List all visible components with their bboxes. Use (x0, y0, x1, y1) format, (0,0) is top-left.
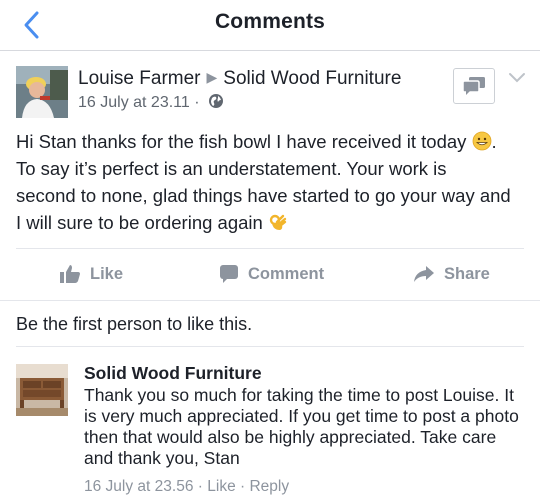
top-nav-bar: Comments (0, 0, 540, 51)
meta-separator: · (240, 478, 246, 495)
post-timestamp[interactable]: 16 July at 23.11 (78, 94, 190, 111)
post-body-line-2: To say it’s perfect is an understatement… (16, 158, 447, 179)
comment-like-link[interactable]: Like (207, 478, 235, 495)
post-meta: 16 July at 23.11 · (78, 93, 224, 112)
globe-icon (209, 93, 224, 108)
page-title: Comments (214, 10, 326, 33)
meta-separator: · (197, 478, 203, 495)
message-button[interactable] (453, 68, 495, 104)
avatar-photo (16, 364, 68, 416)
post-author-name[interactable]: Louise Farmer (78, 68, 201, 89)
chevron-down-icon[interactable] (508, 72, 526, 84)
meta-separator: · (194, 94, 200, 111)
comment-reply-link[interactable]: Reply (249, 478, 289, 495)
divider (16, 248, 524, 249)
comment-icon (220, 265, 238, 283)
post-body-line-3: second to none, glad things have started… (16, 185, 511, 206)
post-body-line-4: I will sure to be ordering again (16, 212, 263, 233)
comment-author-name[interactable]: Solid Wood Furniture (84, 362, 524, 384)
post-body: Hi Stan thanks for the fish bowl I have … (16, 128, 526, 236)
post-body-line-1: Hi Stan thanks for the fish bowl I have … (16, 131, 467, 152)
comment-body: Solid Wood Furniture Thank you so much f… (84, 362, 524, 496)
divider (0, 300, 540, 301)
thumbs-up-icon (60, 265, 80, 283)
comment-meta: 16 July at 23.56 · Like · Reply (84, 478, 524, 496)
post-action-bar: Like Comment Share (0, 250, 540, 298)
share-icon (414, 266, 434, 282)
share-label: Share (444, 264, 490, 283)
likes-summary: Be the first person to like this. (16, 314, 253, 334)
ok-hand-icon (269, 214, 287, 231)
share-button[interactable]: Share (414, 250, 490, 298)
post-author-line: Louise Farmer ▶ Solid Wood Furniture (78, 68, 401, 90)
message-icon (463, 77, 485, 95)
triangle-right-icon: ▶ (206, 69, 218, 85)
like-label: Like (90, 264, 124, 283)
post-header: Louise Farmer ▶ Solid Wood Furniture 16 Ju… (16, 66, 526, 118)
comment-author-avatar[interactable] (16, 364, 68, 416)
like-button[interactable]: Like (60, 250, 123, 298)
author-avatar[interactable] (16, 66, 68, 118)
divider (16, 346, 524, 347)
avatar-photo (16, 66, 68, 118)
comment-text: Thank you so much for taking the time to… (84, 385, 519, 468)
comment-label: Comment (248, 264, 325, 283)
comment-button[interactable]: Comment (220, 250, 324, 298)
comment-timestamp[interactable]: 16 July at 23.56 (84, 478, 193, 495)
grinning-face-icon (472, 131, 491, 151)
post-target-page[interactable]: Solid Wood Furniture (223, 68, 401, 89)
